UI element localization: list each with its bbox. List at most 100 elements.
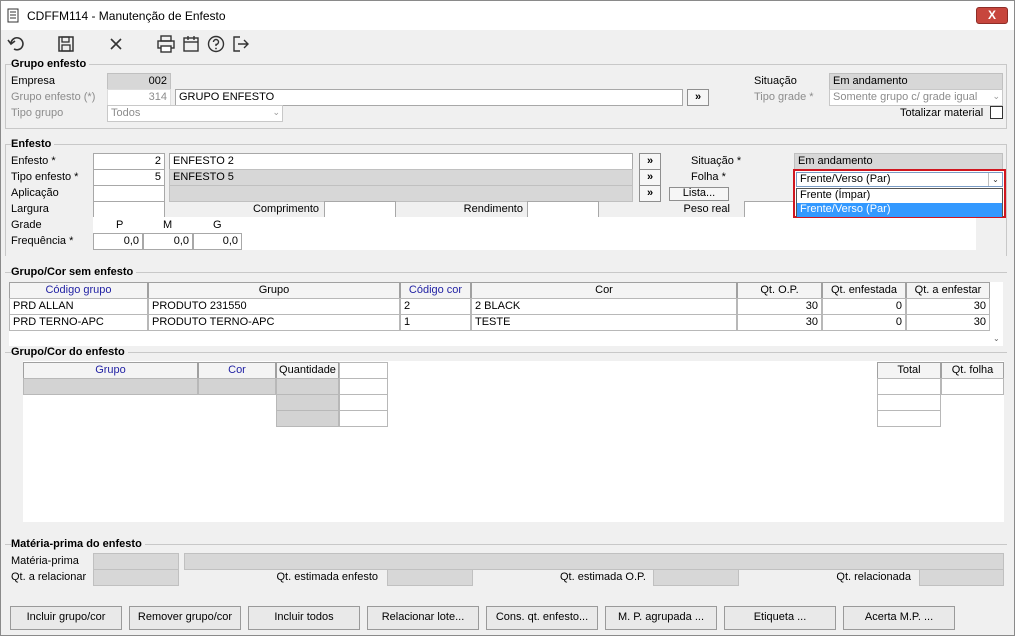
grupo-enfesto-lookup-button[interactable]: » [687, 89, 709, 106]
table-row-1-cor[interactable]: TESTE [471, 314, 737, 331]
exit-icon[interactable] [231, 34, 251, 54]
totalizar-material-checkbox[interactable] [990, 106, 1003, 119]
frequencia-m-field[interactable]: 0,0 [143, 233, 193, 250]
relacionar-lote-button[interactable]: Relacionar lote... [367, 606, 479, 630]
tipo-enfesto-lookup-button[interactable]: » [639, 169, 661, 186]
calendar-icon[interactable] [181, 34, 201, 54]
mp-agrupada-button[interactable]: M. P. agrupada ... [605, 606, 717, 630]
enfesto-name-field[interactable]: ENFESTO 2 [169, 153, 633, 170]
table-row-0-qt-a-enfestar[interactable]: 30 [906, 298, 990, 315]
section-do-enfesto: Grupo/Cor do enfesto [11, 346, 128, 358]
col-do-cor[interactable]: Cor [198, 362, 276, 379]
scroll-down-icon[interactable]: ⌄ [993, 334, 1000, 343]
col-do-grupo[interactable]: Grupo [23, 362, 198, 379]
table-row-1-codigo-grupo[interactable]: PRD TERNO-APC [9, 314, 148, 331]
qt-estimada-enfesto-label: Qt. estimada enfesto [276, 571, 379, 583]
do-enfesto-row-extra[interactable] [339, 378, 388, 395]
col-qt-a-enfestar[interactable]: Qt. a enfestar [906, 282, 990, 299]
table-row-1-qt-enfestada[interactable]: 0 [822, 314, 906, 331]
folha-option-frente-verso[interactable]: Frente/Verso (Par) [797, 203, 1002, 217]
frequencia-g-field[interactable]: 0,0 [193, 233, 242, 250]
cancel-icon[interactable] [106, 34, 126, 54]
enfesto-lookup-button[interactable]: » [639, 153, 661, 170]
table-row-1-qt-a-enfestar[interactable]: 30 [906, 314, 990, 331]
do-enfesto-row-grupo[interactable] [23, 378, 198, 395]
total-row-1[interactable] [877, 378, 941, 395]
chevron-down-icon: ⌄ [992, 91, 1000, 101]
aplicacao-code-field[interactable] [93, 185, 165, 202]
tipo-enfesto-code-field[interactable]: 5 [93, 169, 165, 186]
do-enfesto-qty-2[interactable] [276, 394, 339, 411]
table-row-0-grupo[interactable]: PRODUTO 231550 [148, 298, 400, 315]
folha-option-frente[interactable]: Frente (Ímpar) [797, 189, 1002, 203]
help-icon[interactable] [206, 34, 226, 54]
incluir-todos-button[interactable]: Incluir todos [248, 606, 360, 630]
folha-dropdown[interactable]: Frente/Verso (Par) ⌄ Frente (Ímpar) Fren… [793, 169, 1006, 218]
main-window: CDFFM114 - Manutenção de Enfesto X Grupo… [0, 0, 1015, 636]
table-row-0-qt-op[interactable]: 30 [737, 298, 822, 315]
total-row-3[interactable] [877, 410, 941, 427]
tipo-enfesto-name-field: ENFESTO 5 [169, 169, 633, 186]
close-button[interactable]: X [976, 7, 1008, 24]
do-enfesto-extra-2[interactable] [339, 394, 388, 411]
col-qt-folha[interactable]: Qt. folha [941, 362, 1004, 379]
section-sem-enfesto: Grupo/Cor sem enfesto [11, 266, 137, 278]
frequencia-p-field[interactable]: 0,0 [93, 233, 143, 250]
tipo-grupo-value: Todos [111, 107, 141, 119]
total-row-2[interactable] [877, 394, 941, 411]
table-row-0-qt-enfestada[interactable]: 0 [822, 298, 906, 315]
aplicacao-lookup-button[interactable]: » [639, 185, 661, 202]
table-row-0-codigo-grupo[interactable]: PRD ALLAN [9, 298, 148, 315]
qt-folha-row-1[interactable] [941, 378, 1004, 395]
cons-qt-enfesto-button[interactable]: Cons. qt. enfesto... [486, 606, 598, 630]
table-row-0-cor[interactable]: 2 BLACK [471, 298, 737, 315]
grupo-enfesto-name-field[interactable]: GRUPO ENFESTO [175, 89, 683, 106]
qt-relacionada-field [919, 569, 1004, 586]
section-enfesto: Enfesto [11, 138, 55, 150]
undo-icon[interactable] [6, 34, 26, 54]
print-icon[interactable] [156, 34, 176, 54]
do-enfesto-extra-3[interactable] [339, 410, 388, 427]
app-document-icon [7, 8, 19, 23]
comprimento-label: Comprimento [252, 203, 319, 215]
table-row-1-qt-op[interactable]: 30 [737, 314, 822, 331]
do-enfesto-row-cor[interactable] [198, 378, 276, 395]
section-grupo-enfesto: Grupo enfesto [11, 58, 90, 70]
table-row-0-codigo-cor[interactable]: 2 [400, 298, 471, 315]
grupo-enfesto-label: Grupo enfesto (*) [11, 91, 96, 103]
col-total[interactable]: Total [877, 362, 941, 379]
etiqueta-button[interactable]: Etiqueta ... [724, 606, 836, 630]
acerta-mp-button[interactable]: Acerta M.P. ... [843, 606, 955, 630]
table-row-1-codigo-cor[interactable]: 1 [400, 314, 471, 331]
col-codigo-grupo[interactable]: Código grupo [9, 282, 148, 299]
col-qt-enfestada[interactable]: Qt. enfestada [822, 282, 906, 299]
aplicacao-label: Aplicação [11, 187, 59, 199]
comprimento-field[interactable] [324, 201, 396, 218]
tipo-grupo-select[interactable]: Todos ⌄ [107, 105, 283, 122]
chevron-down-icon[interactable]: ⌄ [988, 173, 1002, 186]
qt-estimada-op-label: Qt. estimada O.P. [559, 571, 646, 583]
tipo-grade-select[interactable]: Somente grupo c/ grade igual ⌄ [829, 89, 1003, 106]
save-icon[interactable] [56, 34, 76, 54]
largura-field[interactable] [93, 201, 165, 218]
situacao-label: Situação [754, 75, 797, 87]
col-cor[interactable]: Cor [471, 282, 737, 299]
do-enfesto-row-quantidade[interactable] [276, 378, 339, 395]
totalizar-material-label: Totalizar material [900, 107, 984, 119]
col-grupo[interactable]: Grupo [148, 282, 400, 299]
enfesto-code-field[interactable]: 2 [93, 153, 165, 170]
lista-button[interactable]: Lista... [669, 187, 729, 201]
grupo-enfesto-code-field: 314 [107, 89, 171, 106]
remover-grupo-cor-button[interactable]: Remover grupo/cor [129, 606, 241, 630]
table-row-1-grupo[interactable]: PRODUTO TERNO-APC [148, 314, 400, 331]
col-do-quantidade[interactable]: Quantidade [276, 362, 339, 379]
col-codigo-cor[interactable]: Código cor [400, 282, 471, 299]
incluir-grupo-cor-button[interactable]: Incluir grupo/cor [10, 606, 122, 630]
materia-prima-label: Matéria-prima [11, 555, 79, 567]
qt-estimada-enfesto-field [387, 569, 473, 586]
tipo-grade-label: Tipo grade * [754, 91, 814, 103]
col-qt-op[interactable]: Qt. O.P. [737, 282, 822, 299]
folha-select[interactable]: Frente/Verso (Par) ⌄ [796, 172, 1003, 187]
rendimento-field[interactable] [527, 201, 599, 218]
do-enfesto-qty-3[interactable] [276, 410, 339, 427]
